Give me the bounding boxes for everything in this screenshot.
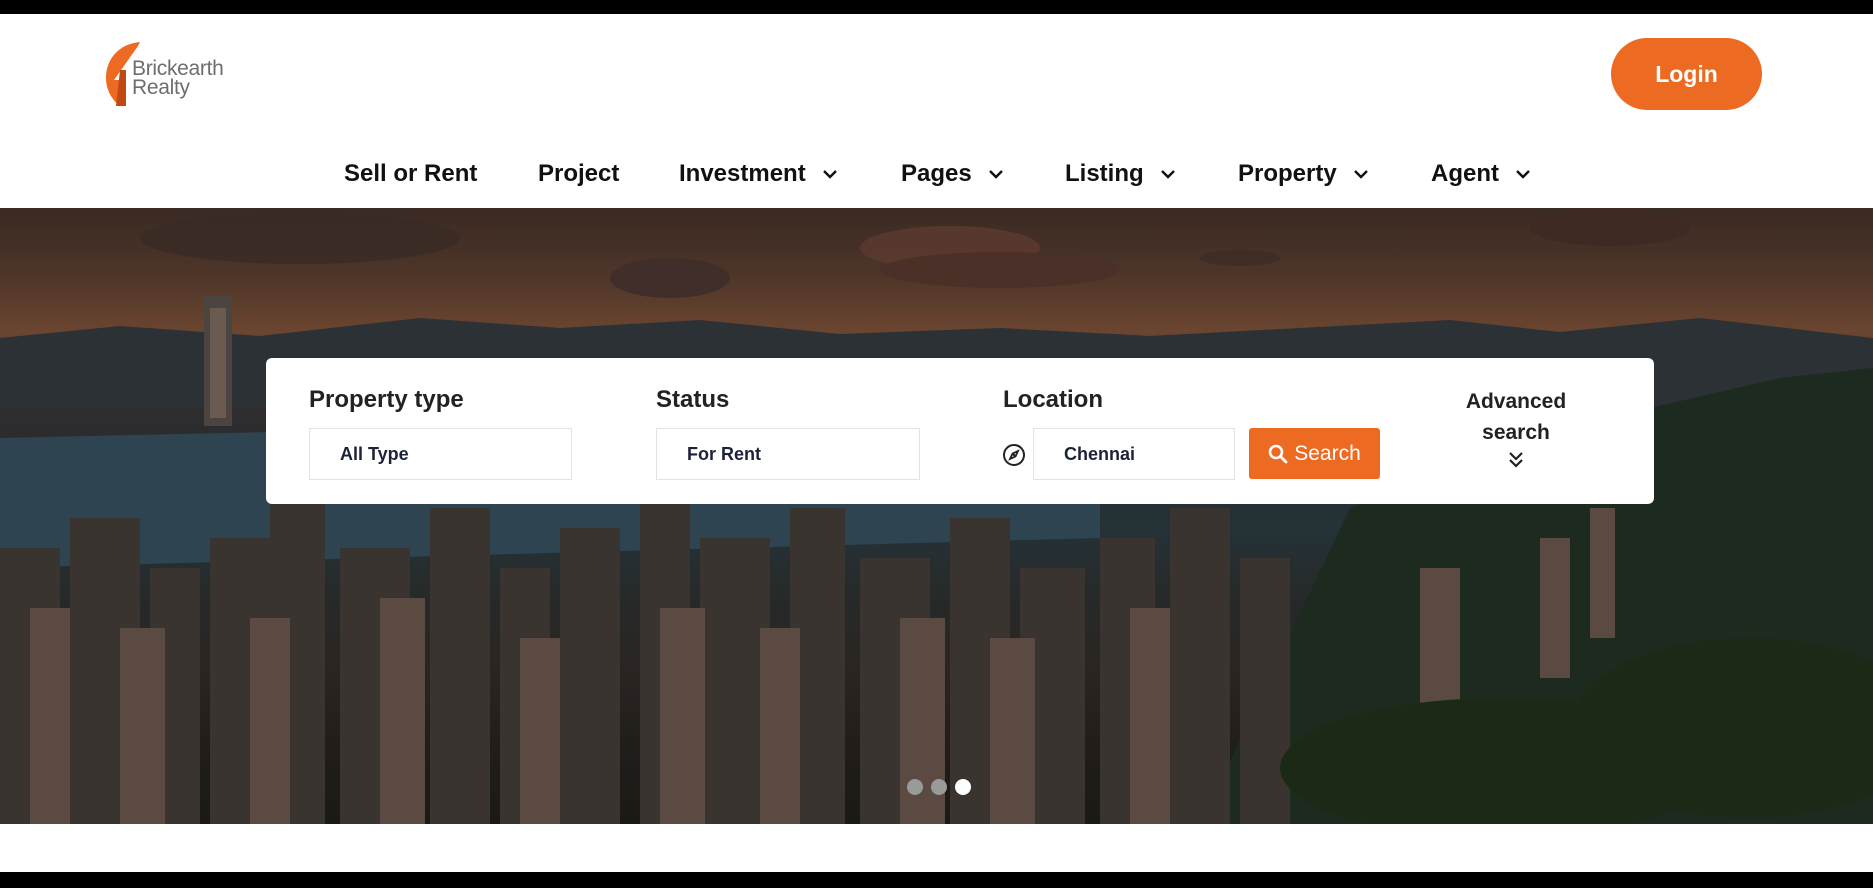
nav-item-label: Pages [901, 160, 972, 187]
search-button[interactable]: Search [1249, 428, 1380, 479]
main-nav: Sell or Rent Project Investment Pages Li… [0, 160, 1873, 190]
nav-item-label: Project [538, 160, 620, 187]
search-icon [1268, 444, 1288, 463]
location-label: Location [1003, 386, 1103, 413]
logo-text: Brickearth Realty [132, 58, 224, 99]
location-input[interactable]: Chennai [1033, 428, 1235, 480]
carousel-dot-2[interactable] [931, 779, 947, 795]
nav-item-property[interactable]: Property [1238, 160, 1369, 188]
chevron-down-icon [1160, 170, 1175, 179]
hero-banner [0, 208, 1873, 824]
chevron-down-icon [988, 170, 1003, 179]
chevron-down-icon [1516, 170, 1530, 179]
carousel-dots [907, 779, 971, 795]
carousel-dot-1[interactable] [907, 779, 923, 795]
nav-item-label: Listing [1065, 160, 1144, 187]
nav-item-investment[interactable]: Investment [679, 160, 838, 188]
nav-item-label: Property [1238, 160, 1337, 187]
advanced-search-line1: Advanced [1465, 390, 1567, 413]
nav-item-project[interactable]: Project [538, 160, 619, 188]
property-type-label: Property type [309, 386, 464, 413]
page: Brickearth Realty Login Sell or Rent Pro… [0, 14, 1873, 872]
brand-logo[interactable]: Brickearth Realty [104, 40, 254, 110]
chevron-down-icon [822, 170, 837, 179]
nav-item-label: Agent [1431, 160, 1499, 187]
nav-item-listing[interactable]: Listing [1065, 160, 1176, 188]
nav-item-label: Sell or Rent [344, 160, 478, 187]
carousel-dot-3[interactable] [955, 779, 971, 795]
property-type-select[interactable]: All Type [309, 428, 572, 480]
search-button-label: Search [1294, 441, 1361, 465]
search-panel: Property type All Type Status For Rent L… [266, 358, 1654, 504]
nav-item-pages[interactable]: Pages [901, 160, 1004, 188]
logo-line2: Realty [132, 76, 190, 99]
status-select[interactable]: For Rent [656, 428, 920, 480]
compass-icon[interactable] [1002, 443, 1026, 467]
advanced-search-toggle[interactable]: Advanced search [1446, 386, 1586, 470]
nav-item-agent[interactable]: Agent [1431, 160, 1531, 188]
login-button[interactable]: Login [1611, 38, 1762, 110]
double-chevron-down-icon [1509, 452, 1523, 468]
nav-item-sell-or-rent[interactable]: Sell or Rent [344, 160, 477, 188]
nav-item-label: Investment [679, 160, 806, 187]
chevron-down-icon [1353, 170, 1368, 179]
advanced-search-line2: search [1482, 421, 1550, 444]
hero-background-image [0, 210, 1873, 824]
status-label: Status [656, 386, 730, 413]
